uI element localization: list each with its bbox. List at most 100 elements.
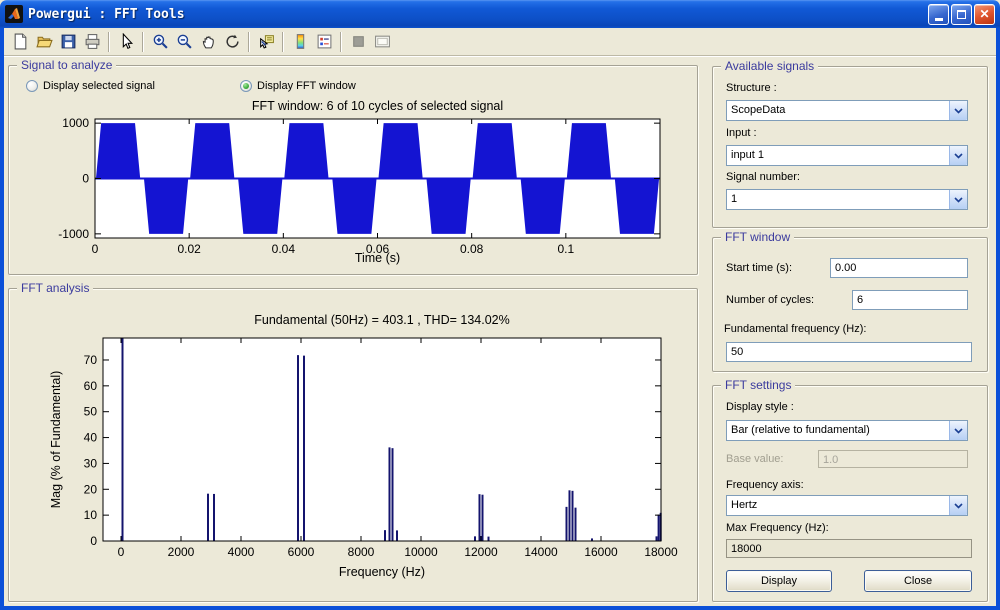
- zoom-in-button[interactable]: [148, 30, 172, 53]
- toolbar-separator: [142, 32, 144, 52]
- display-style-value: Bar (relative to fundamental): [727, 421, 949, 440]
- svg-text:0.04: 0.04: [272, 242, 296, 256]
- structure-label: Structure :: [726, 82, 777, 94]
- close-action-button[interactable]: Close: [864, 570, 972, 592]
- svg-text:0: 0: [118, 545, 125, 559]
- chevron-down-icon[interactable]: [949, 421, 967, 440]
- svg-text:8000: 8000: [348, 545, 375, 559]
- svg-text:16000: 16000: [584, 545, 618, 559]
- chevron-down-icon[interactable]: [949, 146, 967, 165]
- pointer-icon: [118, 33, 135, 50]
- signal-number-select[interactable]: 1: [726, 189, 968, 210]
- window-border-right: [996, 28, 1000, 610]
- new-document-button[interactable]: [8, 30, 32, 53]
- svg-text:6000: 6000: [288, 545, 315, 559]
- chevron-down-icon[interactable]: [949, 101, 967, 120]
- minimize-button[interactable]: [928, 4, 949, 25]
- frequency-axis-label: Frequency axis:: [726, 479, 804, 491]
- svg-text:FFT window: 6 of 10 cycles of: FFT window: 6 of 10 cycles of selected s…: [252, 99, 503, 113]
- radio-display-fft-window[interactable]: Display FFT window: [240, 80, 356, 92]
- svg-text:10000: 10000: [404, 545, 438, 559]
- svg-text:Fundamental (50Hz) = 403.1 , T: Fundamental (50Hz) = 403.1 , THD= 134.02…: [254, 313, 509, 327]
- rotate-3d-button[interactable]: [220, 30, 244, 53]
- zoom-out-icon: [176, 33, 193, 50]
- base-value-input: 1.0: [818, 450, 968, 468]
- svg-text:20: 20: [84, 482, 98, 496]
- fft-settings-title: FFT settings: [721, 378, 795, 392]
- save-icon: [60, 33, 77, 50]
- disabled-axes-button: [370, 30, 394, 53]
- maximize-icon: [957, 10, 966, 19]
- available-signals-title: Available signals: [721, 59, 818, 73]
- max-frequency-input[interactable]: 18000: [726, 539, 972, 558]
- start-time-input[interactable]: 0.00: [830, 258, 968, 278]
- disabled-box-button: [346, 30, 370, 53]
- zoom-out-button[interactable]: [172, 30, 196, 53]
- toolbar-separator: [248, 32, 250, 52]
- chevron-down-icon[interactable]: [949, 496, 967, 515]
- minimize-icon: [935, 18, 943, 21]
- svg-text:-1000: -1000: [58, 227, 89, 241]
- fundamental-frequency-input[interactable]: 50: [726, 342, 972, 362]
- input-label: Input :: [726, 127, 757, 139]
- insert-legend-button[interactable]: [312, 30, 336, 53]
- fundamental-frequency-label: Fundamental frequency (Hz):: [724, 323, 866, 335]
- fft-spectrum-plot: 0200040006000800010000120001400016000180…: [40, 300, 690, 598]
- signal-waveform-plot: 00.020.040.060.080.1-100001000FFT window…: [40, 96, 690, 268]
- svg-text:4000: 4000: [228, 545, 255, 559]
- close-button[interactable]: ✕: [974, 4, 995, 25]
- signal-to-analyze-title: Signal to analyze: [17, 58, 116, 72]
- close-icon: ✕: [979, 8, 989, 20]
- window-border-bottom: [0, 606, 1000, 610]
- start-time-label: Start time (s):: [726, 262, 792, 274]
- zoom-in-icon: [152, 33, 169, 50]
- svg-text:14000: 14000: [524, 545, 558, 559]
- print-button[interactable]: [80, 30, 104, 53]
- data-cursor-icon: [258, 33, 275, 50]
- frequency-axis-value: Hertz: [727, 496, 949, 515]
- svg-text:0: 0: [92, 242, 99, 256]
- structure-value: ScopeData: [727, 101, 949, 120]
- svg-text:0: 0: [82, 172, 89, 186]
- powergui-fft-tools-window: Powergui : FFT Tools ✕: [0, 0, 1000, 610]
- svg-text:12000: 12000: [464, 545, 498, 559]
- radio-display-fft-window-label: Display FFT window: [257, 80, 356, 92]
- disabled-axes-icon: [374, 33, 391, 50]
- display-button[interactable]: Display: [726, 570, 832, 592]
- svg-text:30: 30: [84, 456, 98, 470]
- number-of-cycles-input[interactable]: 6: [852, 290, 968, 310]
- maximize-button[interactable]: [951, 4, 972, 25]
- toolbar-separator: [108, 32, 110, 52]
- svg-text:1000: 1000: [62, 116, 89, 130]
- svg-text:0.02: 0.02: [177, 242, 201, 256]
- display-style-select[interactable]: Bar (relative to fundamental): [726, 420, 968, 441]
- radio-display-selected-signal[interactable]: Display selected signal: [26, 80, 155, 92]
- toolbar: [4, 28, 996, 56]
- frequency-axis-select[interactable]: Hertz: [726, 495, 968, 516]
- chevron-down-icon[interactable]: [949, 190, 967, 209]
- signal-number-value: 1: [727, 190, 949, 209]
- svg-text:40: 40: [84, 431, 98, 445]
- save-button[interactable]: [56, 30, 80, 53]
- insert-colorbar-button[interactable]: [288, 30, 312, 53]
- toolbar-separator: [282, 32, 284, 52]
- titlebar: Powergui : FFT Tools ✕: [0, 0, 1000, 28]
- structure-select[interactable]: ScopeData: [726, 100, 968, 121]
- matlab-app-icon[interactable]: [5, 5, 23, 23]
- colorbar-icon: [292, 33, 309, 50]
- new-document-icon: [12, 33, 29, 50]
- open-file-button[interactable]: [32, 30, 56, 53]
- svg-text:0: 0: [90, 534, 97, 548]
- signal-number-label: Signal number:: [726, 171, 800, 183]
- window-title: Powergui : FFT Tools: [28, 7, 926, 22]
- svg-text:Time (s): Time (s): [355, 251, 400, 265]
- open-folder-icon: [36, 33, 53, 50]
- pointer-tool-button[interactable]: [114, 30, 138, 53]
- input-select[interactable]: input 1: [726, 145, 968, 166]
- print-icon: [84, 33, 101, 50]
- radio-selected-icon: [240, 80, 252, 92]
- svg-text:60: 60: [84, 379, 98, 393]
- data-cursor-button[interactable]: [254, 30, 278, 53]
- pan-tool-button[interactable]: [196, 30, 220, 53]
- svg-text:18000: 18000: [644, 545, 678, 559]
